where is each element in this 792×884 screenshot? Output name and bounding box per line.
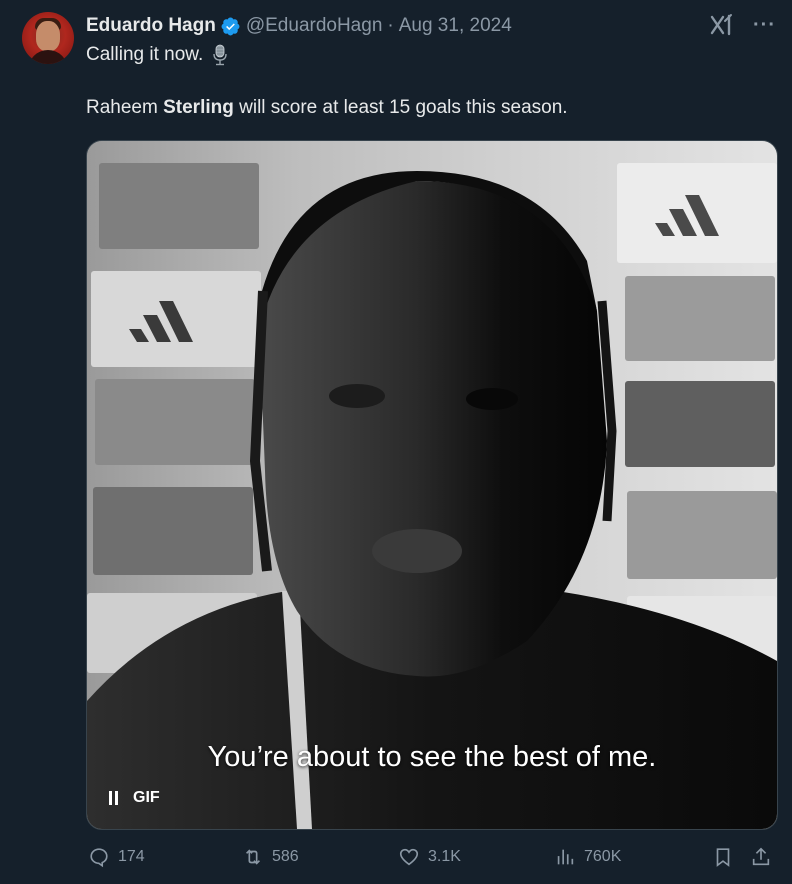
tweet-header: Eduardo Hagn @EduardoHagn · Aug 31, 2024 bbox=[86, 14, 512, 38]
repost-icon bbox=[245, 849, 261, 865]
reply-button[interactable]: 174 bbox=[88, 846, 145, 868]
tweet-actions: 174 586 3.1K 760K bbox=[86, 846, 776, 872]
views-chart-icon bbox=[557, 849, 574, 865]
tweet-text-calling: Calling it now. bbox=[86, 44, 204, 65]
like-count: 3.1K bbox=[428, 848, 461, 865]
reply-count: 174 bbox=[118, 848, 145, 865]
gif-caption: You’re about to see the best of me. bbox=[207, 741, 657, 773]
views-count: 760K bbox=[584, 848, 622, 865]
tweet-text-line-1: Calling it now. bbox=[86, 44, 229, 66]
repost-count: 586 bbox=[272, 848, 299, 865]
grok-icon[interactable] bbox=[709, 12, 735, 38]
avatar-face bbox=[36, 21, 60, 51]
heart-icon bbox=[399, 848, 419, 866]
repost-button[interactable]: 586 bbox=[242, 846, 299, 868]
tweet-text-bold-name: Sterling bbox=[163, 97, 234, 118]
tweet-text-suffix: will score at least 15 goals this season… bbox=[233, 97, 568, 118]
tweet-date[interactable]: Aug 31, 2024 bbox=[399, 15, 512, 37]
bookmark-button[interactable] bbox=[712, 846, 734, 868]
more-options-icon[interactable]: ··· bbox=[753, 14, 776, 37]
reply-icon bbox=[90, 848, 108, 868]
share-icon bbox=[752, 847, 770, 866]
tweet-text-line-2: Raheem Sterling will score at least 15 g… bbox=[86, 97, 568, 119]
separator-dot: · bbox=[387, 15, 394, 36]
gif-media[interactable]: You’re about to see the best of me. GIF bbox=[86, 140, 778, 830]
author-handle[interactable]: @EduardoHagn bbox=[246, 15, 383, 37]
share-button[interactable] bbox=[750, 846, 772, 868]
verified-badge-icon bbox=[221, 17, 240, 35]
bookmark-icon bbox=[716, 848, 730, 867]
like-button[interactable]: 3.1K bbox=[398, 846, 461, 868]
avatar-shirt bbox=[28, 50, 68, 64]
tweet-text-prefix: Raheem bbox=[86, 97, 164, 118]
author-name[interactable]: Eduardo Hagn bbox=[86, 15, 216, 37]
pause-icon[interactable] bbox=[109, 791, 121, 805]
author-avatar[interactable] bbox=[22, 12, 74, 64]
gif-controls: GIF bbox=[109, 789, 160, 807]
gif-badge: GIF bbox=[133, 789, 160, 806]
top-right-icons: ··· bbox=[709, 12, 776, 38]
microphone-emoji-icon bbox=[213, 44, 227, 66]
views-button[interactable]: 760K bbox=[554, 846, 621, 868]
person-silhouette bbox=[87, 171, 777, 829]
